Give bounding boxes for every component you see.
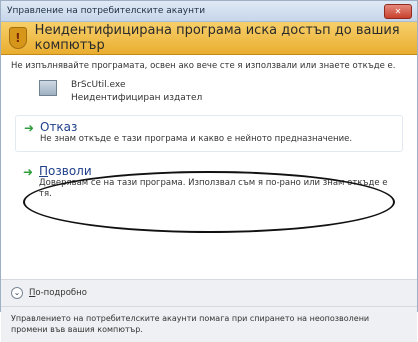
footer-note: Управлението на потребителските акаунти …	[1, 306, 417, 342]
shield-warning-icon: !	[9, 27, 27, 49]
allow-title-rest: озволи	[48, 164, 92, 178]
uac-dialog: Управление на потребителските акаунти ✕ …	[0, 0, 418, 342]
program-publisher: Неидентифициран издател	[71, 93, 203, 103]
deny-option[interactable]: ➜ Отказ Не знам откъде е тази програма и…	[15, 115, 403, 152]
program-info: BrScUtil.exe Неидентифициран издател	[39, 79, 407, 105]
chevron-down-icon[interactable]: ⌄	[11, 287, 23, 299]
warning-banner: ! Неидентифицирана програма иска достъп …	[1, 22, 417, 55]
deny-title: Отказ	[40, 120, 78, 134]
banner-title: Неидентифицирана програма иска достъп до…	[34, 23, 400, 53]
more-details-rest: о-подробно	[35, 288, 87, 298]
warning-text: Не изпълнявайте програмата, освен ако ве…	[11, 61, 396, 71]
allow-title-accesskey: П	[39, 164, 49, 178]
program-icon	[39, 80, 57, 96]
deny-description: Не знам откъде е тази програма и какво е…	[40, 134, 353, 144]
dialog-content: Не изпълнявайте програмата, освен ако ве…	[1, 55, 417, 279]
arrow-right-icon: ➜	[23, 165, 34, 179]
window-title: Управление на потребителските акаунти	[7, 6, 206, 16]
close-button[interactable]: ✕	[384, 4, 412, 19]
more-details-link[interactable]: По-подробно	[29, 288, 87, 298]
program-name: BrScUtil.exe	[71, 80, 126, 90]
title-bar: Управление на потребителските акаунти ✕	[1, 1, 417, 22]
arrow-right-icon: ➜	[24, 121, 35, 135]
allow-description: Доверявам се на тази програма. Използвал…	[39, 178, 388, 199]
allow-option[interactable]: ➜ Позволи Доверявам се на тази програма.…	[15, 160, 403, 206]
allow-title: Позволи	[39, 164, 395, 178]
details-bar: ⌄ По-подробно	[1, 279, 417, 306]
